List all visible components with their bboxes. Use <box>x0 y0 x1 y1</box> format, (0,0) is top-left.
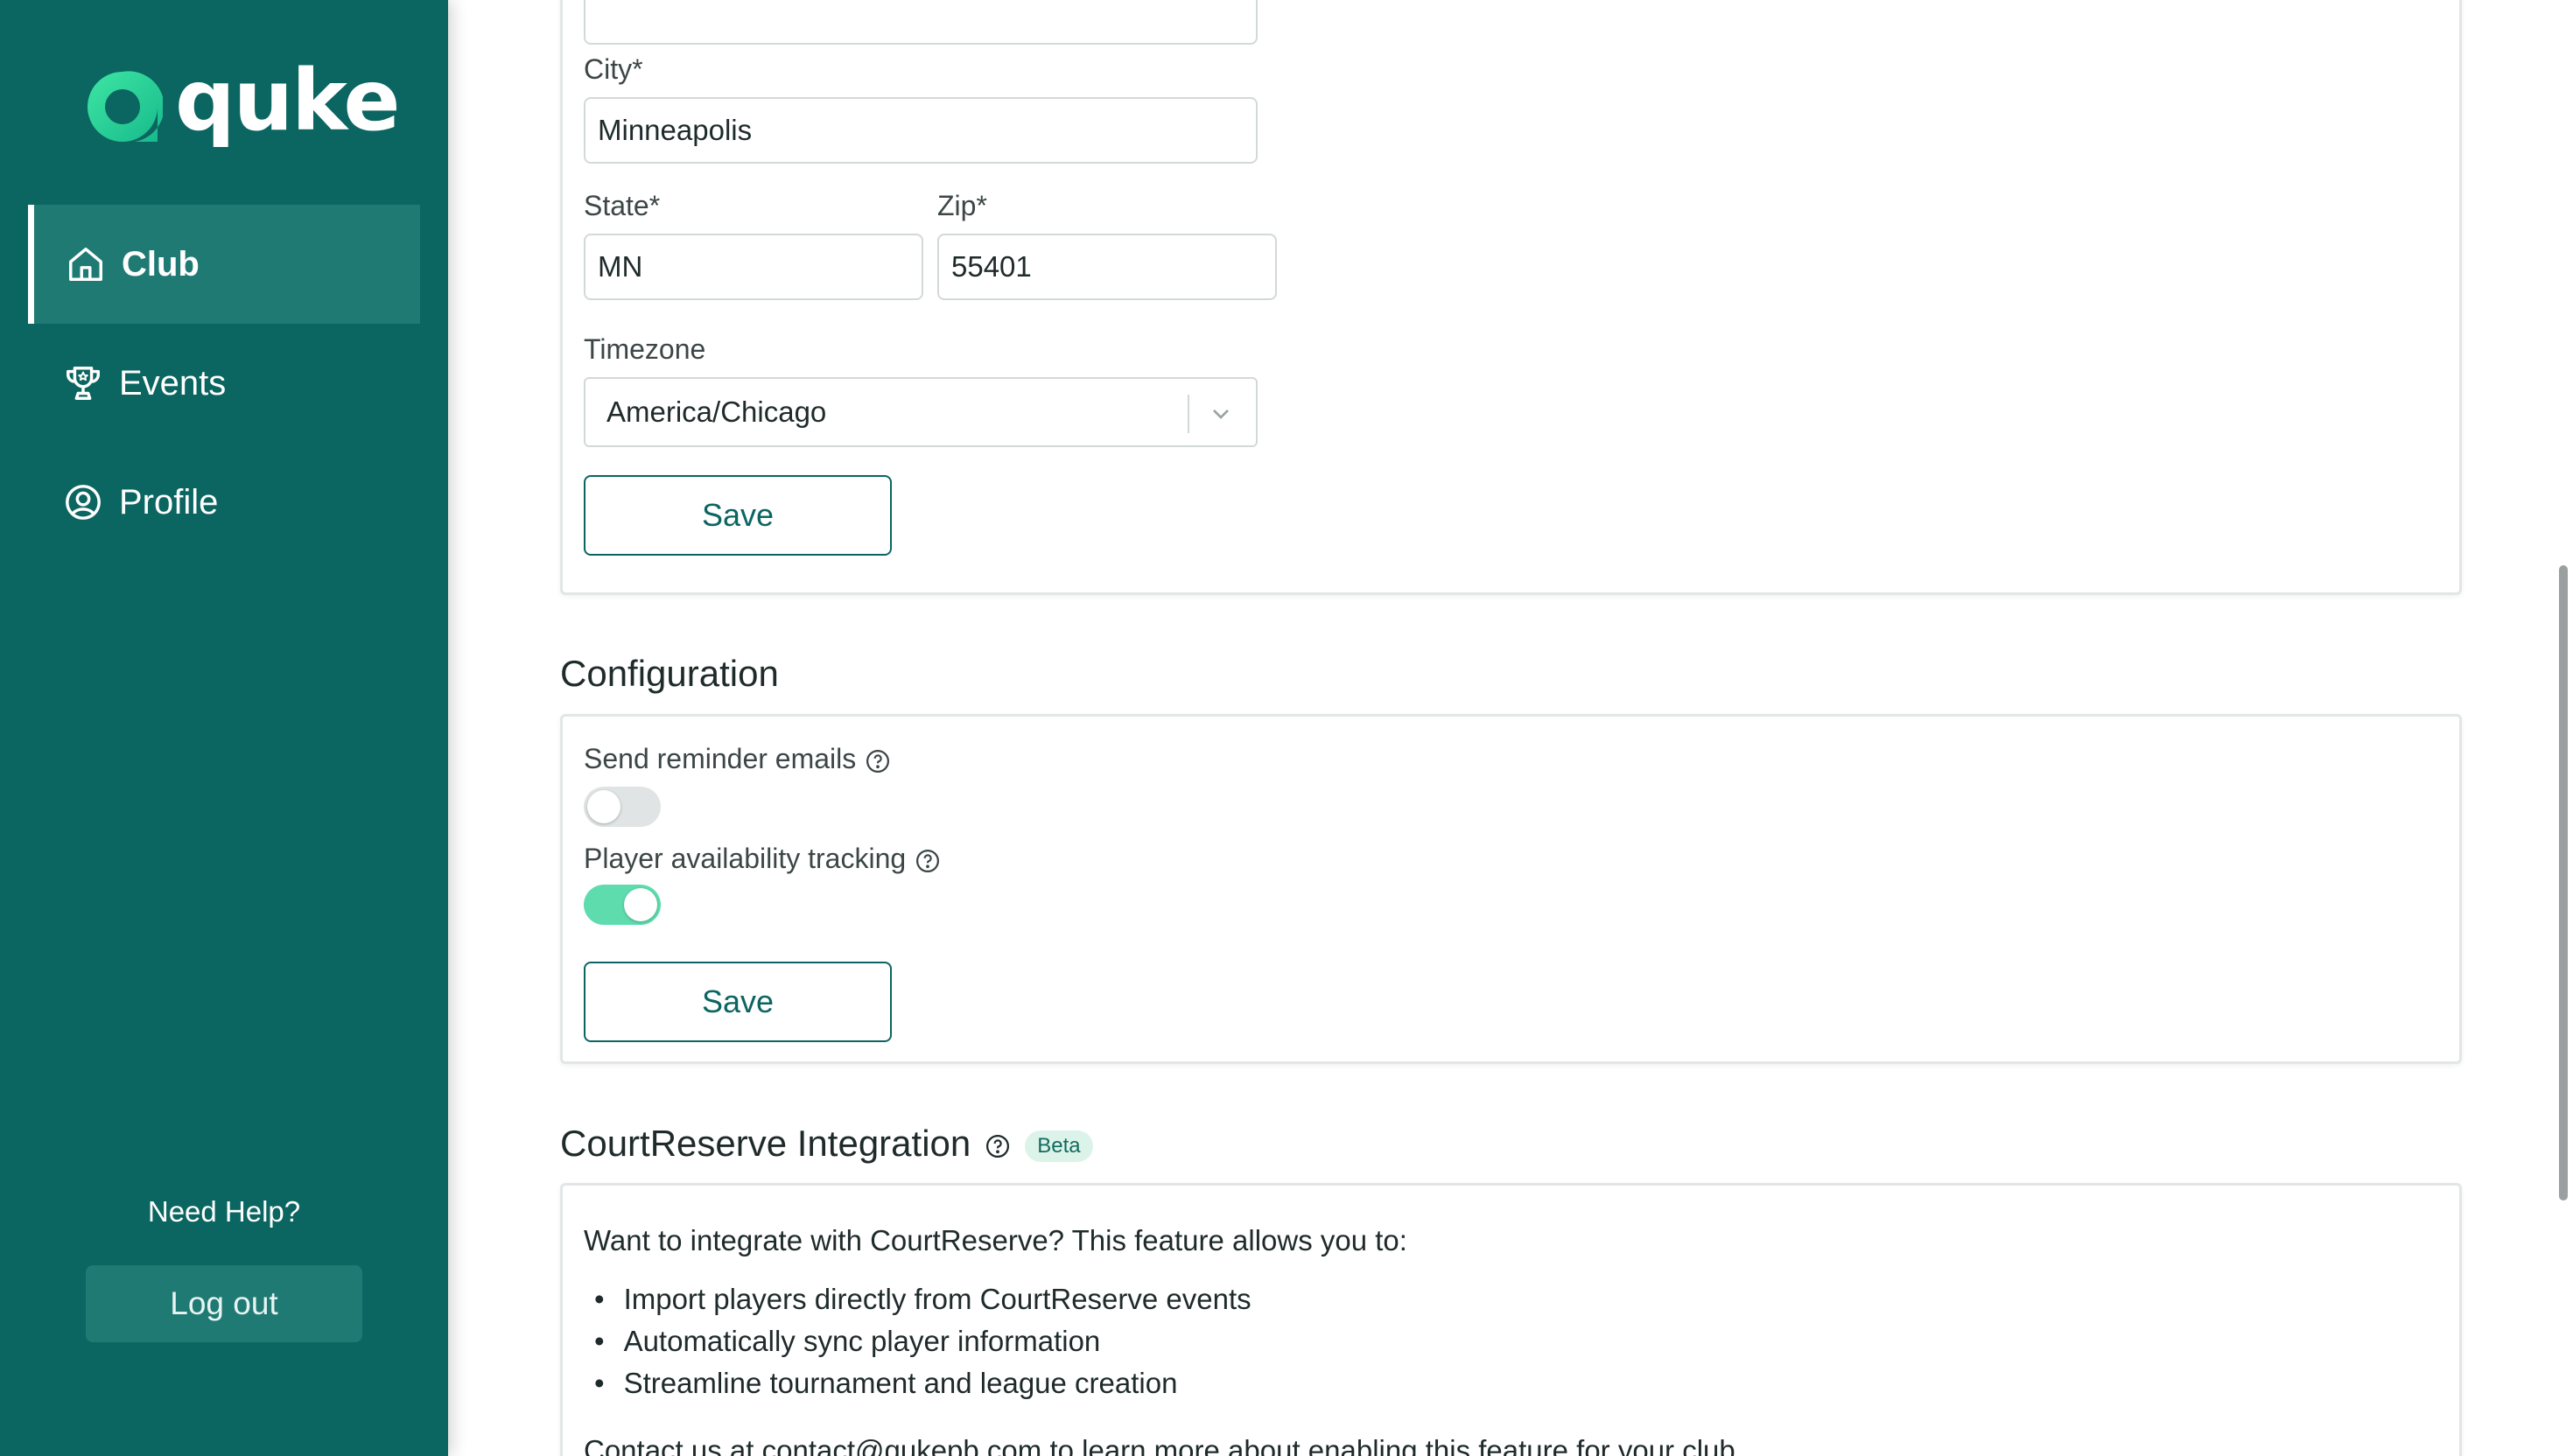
toggle-knob <box>587 790 620 823</box>
timezone-value: America/Chicago <box>606 396 827 428</box>
sidebar-item-profile[interactable]: Profile <box>28 443 420 562</box>
help-icon[interactable] <box>985 1133 1011 1159</box>
save-configuration-button[interactable]: Save <box>584 962 892 1042</box>
toggle-knob <box>624 888 657 921</box>
sidebar-item-label: Profile <box>119 482 219 522</box>
logout-button[interactable]: Log out <box>86 1265 362 1342</box>
timezone-label: Timezone <box>584 333 706 365</box>
sidebar-item-label: Events <box>119 363 227 402</box>
user-circle-icon <box>63 482 103 522</box>
sidebar-item-events[interactable]: Events <box>28 324 420 443</box>
page-scrollbar[interactable] <box>2559 565 2568 1200</box>
zip-field[interactable]: 55401 <box>937 234 1277 300</box>
list-item: Automatically sync player information <box>594 1320 1251 1362</box>
city-field[interactable]: Minneapolis <box>584 97 1258 164</box>
courtreserve-title: CourtReserve Integration Beta <box>560 1123 1093 1165</box>
list-item: Import players directly from CourtReserv… <box>594 1278 1251 1320</box>
availability-tracking-label: Player availability tracking <box>584 843 941 875</box>
configuration-title: Configuration <box>560 653 779 694</box>
address-card: City* Minneapolis State* MN Zip* 55401 T… <box>560 0 2462 595</box>
state-label: State* <box>584 190 661 221</box>
select-divider <box>1188 395 1189 433</box>
availability-tracking-toggle[interactable] <box>584 885 661 925</box>
list-item: Streamline tournament and league creatio… <box>594 1362 1251 1404</box>
help-icon[interactable] <box>865 748 891 774</box>
chevron-down-icon <box>1213 410 1229 419</box>
address-line-2-field[interactable] <box>584 0 1258 45</box>
timezone-select[interactable]: America/Chicago <box>584 377 1258 447</box>
sidebar-item-label: Club <box>122 244 200 284</box>
sidebar-item-club[interactable]: Club <box>28 205 420 324</box>
help-icon[interactable] <box>915 848 941 874</box>
save-address-button[interactable]: Save <box>584 475 892 556</box>
courtreserve-intro: Want to integrate with CourtReserve? Thi… <box>584 1224 1407 1256</box>
courtreserve-card: Want to integrate with CourtReserve? Thi… <box>560 1183 2462 1456</box>
reminder-emails-label: Send reminder emails <box>584 743 891 775</box>
city-label: City* <box>584 53 643 85</box>
brand-name: quke <box>175 52 400 150</box>
reminder-emails-toggle[interactable] <box>584 787 661 827</box>
sidebar-nav: Club Events Profile <box>28 205 420 562</box>
need-help-link[interactable]: Need Help? <box>0 1195 448 1228</box>
state-field[interactable]: MN <box>584 234 923 300</box>
configuration-card: Send reminder emails Player availability… <box>560 714 2462 1064</box>
trophy-icon <box>63 363 103 403</box>
zip-label: Zip* <box>937 190 987 221</box>
courtreserve-feature-list: Import players directly from CourtReserv… <box>594 1278 1251 1404</box>
courtreserve-contact: Contact us at contact@qukepb.com to lear… <box>584 1434 1743 1456</box>
home-icon <box>66 244 106 284</box>
quke-logo[interactable]: quke <box>82 59 400 147</box>
quke-logo-mark-icon <box>88 71 163 142</box>
sidebar: quke Club Events Profile Need Help? Log … <box>0 0 448 1456</box>
beta-badge: Beta <box>1025 1130 1093 1162</box>
